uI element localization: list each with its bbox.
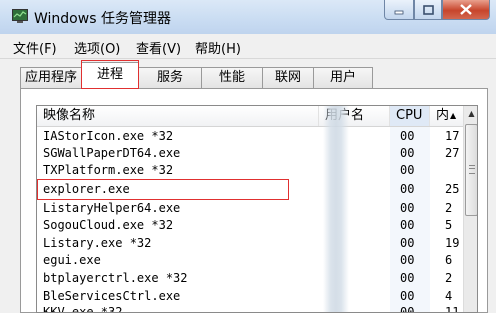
table-row[interactable]: IAStorIcon.exe *32 00 17 — [37, 128, 463, 145]
process-list[interactable]: 映像名称 用户名 CPU 内 ▲ IAStorIcon.exe *32 00 1… — [36, 105, 478, 313]
close-icon — [460, 4, 472, 15]
process-cpu: 00 — [400, 129, 415, 143]
table-row[interactable]: egui.exe 00 6 — [37, 252, 463, 269]
grip-icon — [469, 165, 475, 174]
tab-users[interactable]: 用户 — [313, 67, 373, 88]
process-cpu: 00 — [400, 289, 415, 303]
process-name: SogouCloud.exe *32 — [43, 218, 174, 232]
process-cpu: 00 — [400, 146, 415, 160]
sort-up-icon: ▲ — [450, 111, 457, 120]
process-cpu: 00 — [400, 218, 415, 232]
menu-options[interactable]: 选项(O) — [74, 38, 120, 57]
minimize-icon — [394, 10, 404, 14]
scroll-up-arrow-icon[interactable]: ▲ — [464, 106, 477, 122]
process-memory: 2 — [445, 201, 453, 215]
process-cpu: 00 — [400, 271, 415, 285]
table-row[interactable]: Listary.exe *32 00 19 — [37, 235, 463, 252]
table-row[interactable]: SogouCloud.exe *32 00 5 — [37, 217, 463, 234]
process-cpu: 00 — [400, 163, 415, 177]
vertical-scrollbar[interactable]: ▲ — [463, 106, 477, 312]
maximize-button[interactable] — [414, 0, 442, 20]
menu-help[interactable]: 帮助(H) — [195, 38, 241, 57]
process-memory: 2 — [445, 271, 453, 285]
tab-performance[interactable]: 性能 — [201, 67, 263, 88]
selected-row-highlight — [37, 179, 289, 200]
column-header-name[interactable]: 映像名称 — [37, 106, 319, 126]
menu-bar: 文件(F) 选项(O) 查看(V) 帮助(H) — [0, 34, 496, 59]
process-memory: 6 — [445, 253, 453, 267]
task-manager-icon — [12, 9, 28, 23]
active-tab-highlight — [81, 60, 139, 89]
table-row[interactable]: BleServicesCtrl.exe 00 4 — [37, 288, 463, 305]
table-row[interactable]: SGWallPaperDT64.exe 00 27 — [37, 145, 463, 162]
menu-file[interactable]: 文件(F) — [13, 38, 57, 57]
process-memory: 17 — [445, 129, 460, 143]
process-cpu: 00 — [400, 201, 415, 215]
process-memory: 19 — [445, 236, 460, 250]
process-name: IAStorIcon.exe *32 — [43, 129, 174, 143]
column-header-memory-label: 内 — [436, 108, 450, 123]
column-header-cpu[interactable]: CPU — [390, 106, 430, 126]
process-name: btplayerctrl.exe *32 — [43, 271, 188, 285]
table-row[interactable]: btplayerctrl.exe *32 00 2 — [37, 270, 463, 287]
process-cpu: 00 — [400, 305, 415, 313]
tab-applications[interactable]: 应用程序 — [20, 67, 82, 88]
tab-services[interactable]: 服务 — [138, 67, 202, 88]
scroll-thumb[interactable] — [465, 124, 477, 216]
close-button[interactable] — [442, 0, 490, 20]
username-redaction — [323, 106, 349, 312]
column-header-memory[interactable]: 内 ▲ — [430, 106, 463, 126]
title-bar[interactable]: Windows 任务管理器 — [0, 0, 496, 34]
process-name: ListaryHelper64.exe — [43, 201, 181, 215]
table-row[interactable]: TXPlatform.exe *32 00 — [37, 162, 463, 179]
process-name: TXPlatform.exe *32 — [43, 163, 174, 177]
tab-networking[interactable]: 联网 — [262, 67, 314, 88]
window-title: Windows 任务管理器 — [34, 11, 171, 27]
process-cpu: 00 — [400, 182, 415, 196]
process-cpu: 00 — [400, 253, 415, 267]
table-row[interactable]: KKV.exe *32 00 11 — [37, 304, 463, 313]
process-cpu: 00 — [400, 236, 415, 250]
process-memory: 5 — [445, 218, 453, 232]
maximize-icon — [422, 4, 434, 15]
minimize-button[interactable] — [384, 0, 414, 20]
process-name: egui.exe — [43, 253, 101, 267]
process-memory: 11 — [445, 305, 460, 313]
process-name: Listary.exe *32 — [43, 236, 152, 250]
list-header: 映像名称 用户名 CPU 内 ▲ — [37, 106, 463, 127]
process-memory: 27 — [445, 146, 460, 160]
process-memory: 25 — [445, 182, 460, 196]
process-name: KKV.exe *32 — [43, 305, 123, 313]
process-name: SGWallPaperDT64.exe — [43, 146, 181, 160]
process-memory: 4 — [445, 289, 453, 303]
table-row[interactable]: ListaryHelper64.exe 00 2 — [37, 200, 463, 217]
process-name: BleServicesCtrl.exe — [43, 289, 181, 303]
menu-view[interactable]: 查看(V) — [136, 38, 181, 57]
